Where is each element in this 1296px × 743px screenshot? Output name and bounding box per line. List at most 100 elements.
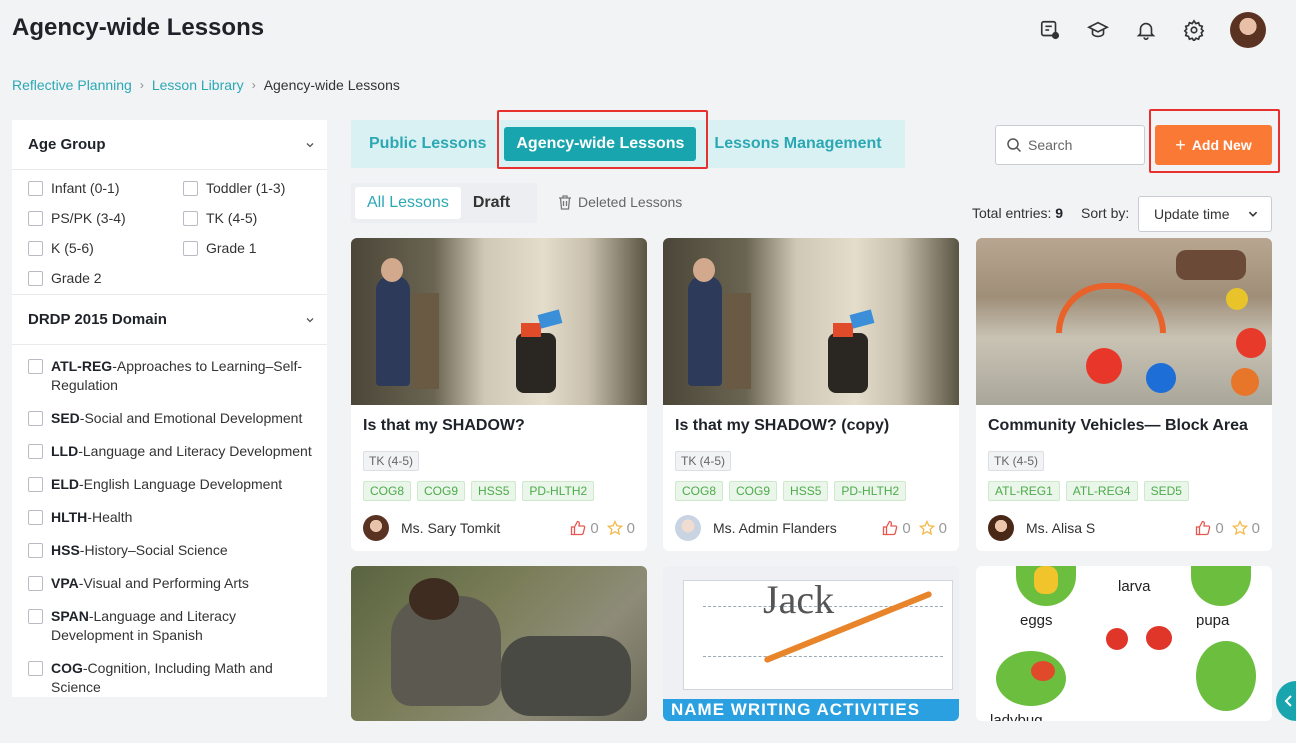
domain-tag: COG9 (729, 481, 778, 501)
age-group-header[interactable]: Age Group (12, 120, 327, 170)
total-entries: Total entries: 9 (972, 205, 1063, 221)
domain-item-vpa[interactable]: VPA-Visual and Performing Arts (28, 574, 327, 593)
domain-label: -Cognition, Including Math and Science (51, 660, 273, 695)
highlight-box-add-button (1149, 109, 1280, 173)
breadcrumb-lesson-library[interactable]: Lesson Library (152, 77, 244, 93)
lesson-cover-image: Jack NAME WRITING ACTIVITIES (663, 566, 959, 721)
checkbox[interactable] (28, 240, 43, 256)
lesson-title[interactable]: Is that my SHADOW? (copy) (675, 417, 947, 441)
search-icon (1007, 138, 1022, 153)
age-option-pspk[interactable]: PS/PK (3-4) (28, 210, 183, 226)
chevron-down-icon (306, 142, 314, 147)
page-title: Agency-wide Lessons (12, 14, 265, 41)
search-box[interactable] (995, 125, 1145, 165)
lesson-card[interactable] (351, 566, 647, 721)
checkbox[interactable] (28, 510, 43, 525)
domain-item-hss[interactable]: HSS-History–Social Science (28, 541, 327, 560)
age-option-infant[interactable]: Infant (0-1) (28, 180, 183, 196)
deleted-lessons-label: Deleted Lessons (578, 194, 683, 210)
age-tag: TK (4-5) (675, 451, 732, 471)
bell-icon[interactable] (1134, 18, 1158, 42)
subtab-draft[interactable]: Draft (461, 187, 522, 219)
favorite-count[interactable]: 0 (606, 520, 635, 537)
chat-icon[interactable] (1038, 18, 1062, 42)
checkbox[interactable] (28, 576, 43, 591)
domain-code: LLD (51, 443, 79, 459)
age-option-grade2[interactable]: Grade 2 (28, 270, 183, 286)
user-avatar[interactable] (1230, 12, 1266, 48)
checkbox[interactable] (28, 210, 43, 226)
total-label: Total entries: (972, 205, 1052, 221)
checkbox[interactable] (28, 661, 43, 676)
domain-header[interactable]: DRDP 2015 Domain (12, 295, 327, 345)
graduation-cap-icon[interactable] (1086, 18, 1110, 42)
lesson-title[interactable]: Community Vehicles— Block Area (988, 417, 1260, 441)
domain-item-eld[interactable]: ELD-English Language Development (28, 475, 327, 494)
age-tag: TK (4-5) (988, 451, 1045, 471)
lesson-card[interactable]: Jack NAME WRITING ACTIVITIES (663, 566, 959, 721)
domain-label: -Health (87, 509, 133, 525)
subtab-all-lessons[interactable]: All Lessons (355, 187, 461, 219)
age-option-k[interactable]: K (5-6) (28, 240, 183, 256)
lesson-cover-image (663, 238, 959, 405)
side-panel-toggle[interactable] (1276, 681, 1296, 721)
deleted-lessons-link[interactable]: Deleted Lessons (558, 194, 682, 210)
domain-label: -English Language Development (79, 476, 283, 492)
tab-lessons-management[interactable]: Lessons Management (702, 127, 893, 161)
lesson-cover-image (351, 566, 647, 721)
domain-item-sed[interactable]: SED-Social and Emotional Development (28, 409, 327, 428)
age-option-toddler[interactable]: Toddler (1-3) (183, 180, 327, 196)
domain-item-cog[interactable]: COG-Cognition, Including Math and Scienc… (28, 659, 327, 697)
domain-code: SPAN (51, 608, 89, 624)
tab-public-lessons[interactable]: Public Lessons (357, 127, 498, 161)
like-count[interactable]: 0 (882, 520, 911, 537)
search-input[interactable] (1028, 137, 1138, 153)
author-avatar (675, 515, 701, 541)
sort-label: Sort by: (1081, 205, 1130, 221)
checkbox[interactable] (28, 477, 43, 492)
checkbox[interactable] (28, 270, 43, 286)
domain-tag: SED5 (1143, 481, 1189, 501)
thumbs-up-icon (571, 520, 586, 536)
lesson-title[interactable]: Is that my SHADOW? (363, 417, 635, 441)
checkbox[interactable] (28, 180, 43, 196)
star-value: 0 (938, 519, 947, 537)
lesson-card[interactable]: Is that my SHADOW? TK (4-5) COG8 COG9 HS… (351, 238, 647, 551)
domain-code: ATL-REG (51, 358, 113, 374)
favorite-count[interactable]: 0 (918, 519, 947, 537)
lesson-card[interactable]: Is that my SHADOW? (copy) TK (4-5) COG8 … (663, 238, 959, 551)
domain-tag: ATL-REG1 (988, 481, 1060, 501)
checkbox[interactable] (183, 210, 198, 226)
favorite-count[interactable]: 0 (1231, 520, 1260, 537)
breadcrumb-reflective-planning[interactable]: Reflective Planning (12, 77, 132, 93)
breadcrumb-current: Agency-wide Lessons (263, 77, 400, 93)
age-option-grade1[interactable]: Grade 1 (183, 240, 327, 256)
domain-tag: COG9 (417, 481, 466, 501)
lifecycle-label-eggs: eggs (1020, 612, 1053, 629)
checkbox[interactable] (28, 609, 43, 624)
domain-item-hlth[interactable]: HLTH-Health (28, 508, 327, 527)
lesson-card[interactable]: Community Vehicles— Block Area TK (4-5) … (976, 238, 1272, 551)
like-count[interactable]: 0 (570, 520, 599, 537)
checkbox[interactable] (28, 411, 43, 426)
lesson-cover-image (976, 238, 1272, 405)
gear-icon[interactable] (1182, 18, 1206, 42)
checkbox[interactable] (183, 180, 198, 196)
chevron-right-icon: › (139, 78, 144, 92)
domain-code: HLTH (51, 509, 88, 525)
checkbox[interactable] (28, 359, 43, 374)
chevron-left-icon (1284, 695, 1292, 707)
lesson-card[interactable]: larva eggs pupa ladybug (976, 566, 1272, 721)
like-count[interactable]: 0 (1195, 520, 1224, 537)
checkbox[interactable] (28, 444, 43, 459)
domain-tag: ATL-REG4 (1065, 481, 1138, 501)
checkbox[interactable] (183, 240, 198, 256)
age-option-tk[interactable]: TK (4-5) (183, 210, 327, 226)
domain-item-atl-reg[interactable]: ATL-REG-Approaches to Learning–Self-Regu… (28, 357, 327, 395)
sort-select[interactable]: Update time (1138, 196, 1272, 232)
domain-item-span[interactable]: SPAN-Language and Literacy Development i… (28, 607, 327, 645)
checkbox[interactable] (28, 543, 43, 558)
domain-filter: DRDP 2015 Domain ATL-REG-Approaches to L… (12, 294, 327, 697)
domain-item-lld[interactable]: LLD-Language and Literacy Development (28, 442, 327, 461)
domain-code: HSS (51, 542, 80, 558)
